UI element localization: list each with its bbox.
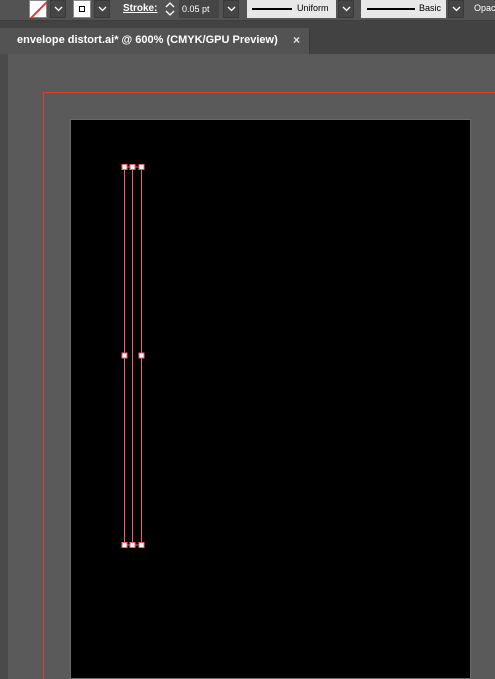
- stroke-box-icon: [79, 6, 85, 12]
- chevron-down-icon: [227, 6, 236, 12]
- illustrator-window: Stroke: 0.05 pt Uniform Basic Opac envel…: [0, 0, 495, 679]
- chevron-down-icon: [54, 6, 63, 12]
- basic-brush-line: [367, 8, 415, 10]
- up-down-arrows-icon: [165, 2, 175, 16]
- stroke-color-dropdown-button[interactable]: [94, 0, 110, 18]
- document-tab-title: envelope distort.ai* @ 600% (CMYK/GPU Pr…: [17, 34, 278, 46]
- opacity-label[interactable]: Opac: [474, 3, 495, 13]
- canvas-area[interactable]: [0, 54, 495, 679]
- document-tab-strip: envelope distort.ai* @ 600% (CMYK/GPU Pr…: [0, 21, 495, 54]
- stroke-weight-stepper[interactable]: [163, 0, 177, 18]
- stroke-weight-input[interactable]: 0.05 pt: [179, 0, 219, 18]
- no-fill-icon: [30, 1, 48, 19]
- vertical-ruler-strip: [0, 54, 8, 679]
- artboard[interactable]: [70, 119, 471, 679]
- document-tab[interactable]: envelope distort.ai* @ 600% (CMYK/GPU Pr…: [0, 28, 310, 54]
- uniform-profile-line: [252, 8, 292, 10]
- profile-dropdown-button[interactable]: [338, 0, 354, 18]
- stroke-weight-dropdown-button[interactable]: [223, 0, 239, 18]
- fill-swatch[interactable]: [29, 0, 48, 19]
- stroke-label[interactable]: Stroke:: [123, 3, 157, 14]
- bleed-guide-left: [43, 92, 44, 679]
- brush-definition-label: Basic: [419, 3, 442, 13]
- brush-definition-select[interactable]: Basic: [361, 0, 446, 18]
- chevron-down-icon: [452, 6, 461, 12]
- variable-width-profile-select[interactable]: Uniform: [247, 0, 336, 18]
- chevron-down-icon: [98, 6, 107, 12]
- fill-dropdown-button[interactable]: [50, 0, 66, 18]
- chevron-down-icon: [342, 6, 351, 12]
- brush-dropdown-button[interactable]: [448, 0, 464, 18]
- bleed-guide-top: [43, 92, 495, 93]
- variable-width-profile-label: Uniform: [297, 3, 329, 13]
- stroke-swatch[interactable]: [73, 0, 91, 18]
- close-icon[interactable]: ×: [293, 33, 300, 47]
- control-bar: Stroke: 0.05 pt Uniform Basic Opac: [0, 0, 495, 21]
